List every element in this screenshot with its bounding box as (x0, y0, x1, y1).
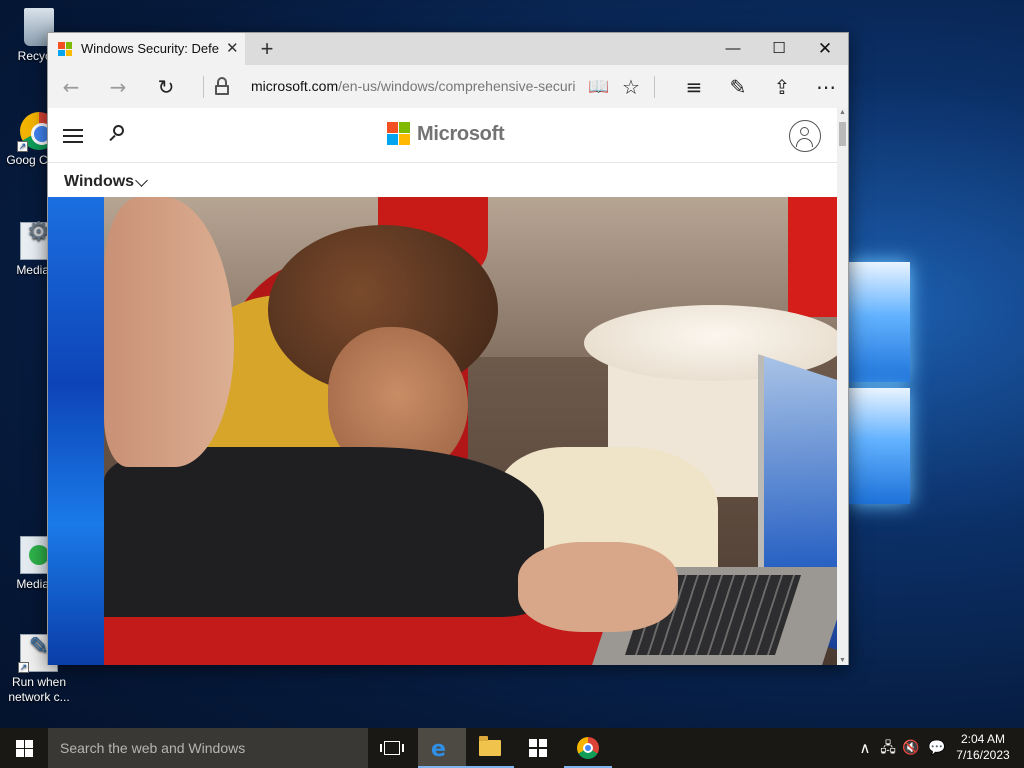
new-tab-button[interactable]: + (256, 33, 278, 64)
more-button[interactable]: ⋯ (811, 72, 841, 102)
taskbar-chrome-button[interactable] (564, 728, 612, 768)
navigation-bar: ← → ↻ microsoft.com/en-us/windows/compre… (48, 65, 848, 108)
subnav: Windows (48, 164, 837, 197)
windows-start-icon (16, 740, 24, 748)
taskbar-file-explorer-button[interactable] (466, 728, 514, 768)
lock-icon[interactable] (214, 77, 230, 95)
divider (654, 76, 655, 98)
menu-icon[interactable] (63, 129, 83, 143)
windows-menu-link[interactable]: Windows (64, 164, 134, 199)
tab-close-icon[interactable]: ✕ (226, 33, 239, 65)
chevron-down-icon[interactable] (135, 174, 148, 187)
divider (203, 76, 204, 98)
url-host: microsoft.com (251, 78, 339, 94)
show-hidden-icons-chevron-icon[interactable]: ∧ (854, 728, 876, 768)
task-view-icon (380, 741, 404, 755)
desktop-icon-label: Run when network c... (8, 675, 70, 704)
share-button[interactable]: ⇪ (767, 72, 797, 102)
microsoft-logo-icon (387, 122, 410, 145)
account-icon[interactable] (789, 120, 821, 152)
start-button[interactable] (0, 728, 48, 768)
taskbar-search-input[interactable]: Search the web and Windows (48, 728, 368, 768)
forward-button[interactable]: → (103, 72, 133, 102)
edge-browser-window: Windows Security: Defe ✕ + — ☐ ✕ ← → ↻ m… (47, 32, 849, 665)
web-note-button[interactable]: ✎ (723, 72, 753, 102)
system-clock[interactable]: 2:04 AM 7/16/2023 (950, 731, 1016, 763)
microsoft-favicon-icon (58, 42, 72, 56)
windows-wallpaper-logo (848, 238, 918, 508)
minimize-button[interactable]: — (710, 33, 756, 65)
notifications-icon[interactable]: 💬 (925, 728, 949, 768)
maximize-button[interactable]: ☐ (756, 33, 802, 65)
volume-muted-icon[interactable]: 🔇 (900, 728, 922, 768)
taskbar: Search the web and Windows e ∧ 🖧 🔇 💬 2:0… (0, 728, 1024, 768)
close-window-button[interactable]: ✕ (802, 33, 848, 65)
folder-icon (479, 736, 501, 756)
scroll-thumb[interactable] (839, 122, 846, 146)
refresh-button[interactable]: ↻ (151, 72, 181, 102)
tab-title: Windows Security: Defe (81, 41, 219, 56)
brand-name: Microsoft (417, 123, 505, 145)
scroll-down-icon[interactable]: ▼ (839, 657, 846, 664)
hero-image (48, 197, 837, 665)
back-button[interactable]: ← (56, 72, 86, 102)
task-view-button[interactable] (368, 728, 416, 768)
taskbar-edge-button[interactable]: e (418, 728, 466, 768)
network-icon[interactable]: 🖧 (877, 728, 899, 768)
page-viewport[interactable]: Microsoft Windows (48, 108, 837, 665)
favorite-button[interactable]: ☆ (616, 72, 646, 102)
title-bar[interactable]: Windows Security: Defe ✕ + — ☐ ✕ (48, 33, 848, 65)
site-header: Microsoft (48, 108, 837, 163)
search-icon[interactable] (107, 125, 127, 145)
scroll-up-icon[interactable]: ▲ (839, 109, 846, 116)
hub-button[interactable]: ≡ (679, 72, 709, 102)
browser-tab[interactable]: Windows Security: Defe ✕ (48, 33, 245, 65)
url-path: /en-us/windows/comprehensive-security? (338, 78, 575, 94)
vertical-scrollbar[interactable]: ▲ ▼ (837, 108, 848, 665)
store-icon (529, 739, 547, 757)
reading-view-button[interactable]: 📖 (584, 72, 614, 102)
address-bar[interactable]: microsoft.com/en-us/windows/comprehensiv… (251, 65, 575, 108)
clock-time: 2:04 AM (960, 732, 1006, 746)
clock-date: 7/16/2023 (956, 748, 1010, 762)
chrome-icon (577, 737, 599, 759)
taskbar-store-button[interactable] (514, 728, 562, 768)
edge-icon: e (431, 737, 446, 762)
